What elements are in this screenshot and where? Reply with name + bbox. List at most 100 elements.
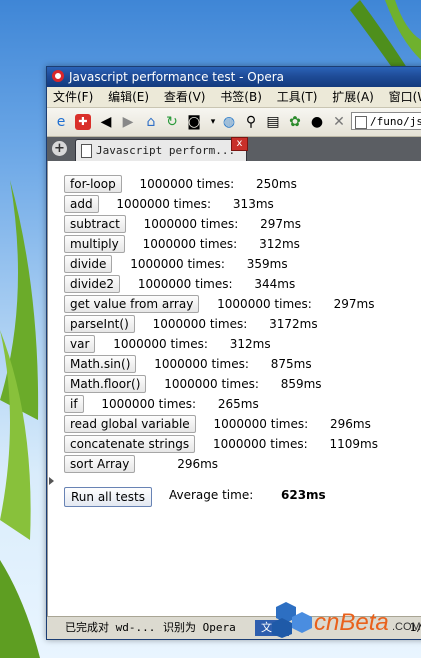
test-times: 1000000 times:	[154, 357, 249, 371]
chevron-down-icon[interactable]: ▾	[205, 114, 221, 130]
test-result: 859ms	[280, 377, 322, 391]
globe-icon[interactable]: ◍	[221, 114, 237, 130]
home-icon[interactable]: ⌂	[143, 114, 159, 130]
test-row: divide2 1000000 times: 344ms	[64, 275, 295, 293]
test-row: if 1000000 times: 265ms	[64, 395, 259, 413]
test-button-multiply[interactable]: multiply	[64, 235, 125, 253]
test-button-for-loop[interactable]: for-loop	[64, 175, 122, 193]
test-times: 1000000 times:	[142, 237, 238, 251]
search-icon[interactable]: ⚲	[243, 114, 259, 130]
test-button-concatenate-strings[interactable]: concatenate strings	[64, 435, 196, 453]
address-text: /funo/js	[370, 115, 421, 128]
cnbeta-watermark-logo: cnBeta .COM	[272, 602, 420, 638]
average-time-label: Average time:	[169, 488, 254, 502]
test-button-math-sin[interactable]: Math.sin()	[64, 355, 137, 373]
forward-icon[interactable]: ▶	[120, 114, 136, 130]
test-button-divide[interactable]: divide	[64, 255, 113, 273]
test-button-sort-array[interactable]: sort Array	[64, 455, 136, 473]
tab-javascript-performance[interactable]: Javascript perform...	[75, 139, 247, 161]
new-tab-button[interactable]: +	[52, 141, 67, 156]
test-button-divide2[interactable]: divide2	[64, 275, 121, 293]
test-row: get value from array 1000000 times: 297m…	[64, 295, 375, 313]
window-title: Javascript performance test - Opera	[69, 70, 285, 84]
test-result: 296ms	[330, 417, 371, 431]
test-result: 250ms	[256, 177, 297, 191]
reload-icon[interactable]: ↻	[164, 114, 180, 130]
test-row: Math.sin() 1000000 times: 875ms	[64, 355, 312, 373]
test-times: 1000000 times:	[113, 337, 208, 351]
menu-file[interactable]: 文件(F)	[53, 90, 93, 104]
menu-view[interactable]: 查看(V)	[164, 90, 206, 104]
close-tab-icon[interactable]: x	[231, 137, 248, 151]
test-result: 359ms	[246, 257, 288, 271]
test-row: concatenate strings 1000000 times: 1109m…	[64, 435, 378, 453]
ie-icon[interactable]: e	[53, 114, 69, 130]
test-times: 1000000 times:	[130, 257, 225, 271]
page-icon	[355, 116, 367, 129]
test-button-subtract[interactable]: subtract	[64, 215, 126, 233]
test-result: 1109ms	[329, 437, 378, 451]
test-row: Math.floor() 1000000 times: 859ms	[64, 375, 322, 393]
menu-window[interactable]: 窗口(W)	[389, 90, 421, 104]
test-button-var[interactable]: var	[64, 335, 96, 353]
status-text: 已完成对 wd-...	[65, 621, 156, 634]
test-times: 1000000 times:	[152, 317, 248, 331]
test-result: 312ms	[229, 337, 271, 351]
extension-icon[interactable]: ✿	[287, 114, 303, 130]
test-button-read-global-variable[interactable]: read global variable	[64, 415, 196, 433]
average-time-value: 623ms	[281, 488, 326, 502]
test-result: 312ms	[259, 237, 300, 251]
test-button-get-value-from-array[interactable]: get value from array	[64, 295, 200, 313]
ninja-icon[interactable]: ●	[309, 114, 325, 130]
test-row: sort Array 296ms	[64, 455, 218, 473]
test-button-math-floor[interactable]: Math.floor()	[64, 375, 147, 393]
test-row: read global variable 1000000 times: 296m…	[64, 415, 371, 433]
menu-bar: 文件(F) 编辑(E) 查看(V) 书签(B) 工具(T) 扩展(A) 窗口(W…	[47, 87, 421, 108]
tools-icon[interactable]: ✕	[331, 114, 347, 130]
test-row: subtract 1000000 times: 297ms	[64, 215, 301, 233]
test-row: divide 1000000 times: 359ms	[64, 255, 288, 273]
test-times: 1000000 times:	[139, 177, 235, 191]
adblock-shield-icon[interactable]: ✚	[75, 114, 91, 130]
menu-edit[interactable]: 编辑(E)	[108, 90, 149, 104]
test-result: 297ms	[260, 217, 301, 231]
test-row: add 1000000 times: 313ms	[64, 195, 274, 213]
menu-bookmarks[interactable]: 书签(B)	[220, 90, 262, 104]
test-button-add[interactable]: add	[64, 195, 99, 213]
back-icon[interactable]: ◀	[98, 114, 114, 130]
test-button-if[interactable]: if	[64, 395, 84, 413]
page-content: for-loop 1000000 times: 250ms add 100000…	[47, 161, 421, 617]
test-times: 1000000 times:	[116, 197, 212, 211]
opera-logo-icon	[52, 70, 64, 82]
menu-extensions[interactable]: 扩展(A)	[332, 90, 374, 104]
test-result: 313ms	[232, 197, 274, 211]
test-result: 296ms	[177, 457, 219, 471]
test-row: for-loop 1000000 times: 250ms	[64, 175, 297, 193]
title-bar: Javascript performance test - Opera	[47, 67, 421, 87]
menu-tools[interactable]: 工具(T)	[277, 90, 318, 104]
watermark-text: cnBeta	[314, 609, 389, 636]
run-all-tests-button[interactable]: Run all tests	[64, 487, 152, 507]
test-times: 1000000 times:	[101, 397, 197, 411]
address-field[interactable]: /funo/js	[351, 112, 421, 130]
test-result: 3172ms	[269, 317, 318, 331]
camera-icon[interactable]: ◙	[186, 114, 202, 130]
test-row: parseInt() 1000000 times: 3172ms	[64, 315, 318, 333]
test-times: 1000000 times:	[164, 377, 259, 391]
test-result: 344ms	[254, 277, 296, 291]
test-row: var 1000000 times: 312ms	[64, 335, 271, 353]
test-times: 1000000 times:	[143, 217, 239, 231]
test-times: 1000000 times:	[212, 437, 308, 451]
status-browser-id: 识别为 Opera	[163, 621, 236, 634]
test-result: 875ms	[270, 357, 312, 371]
print-icon[interactable]: ▤	[265, 114, 281, 130]
test-times: 1000000 times:	[217, 297, 312, 311]
test-times: 1000000 times:	[213, 417, 309, 431]
test-result: 297ms	[333, 297, 375, 311]
test-button-parseint[interactable]: parseInt()	[64, 315, 135, 333]
tab-bar: + Javascript perform... x	[47, 137, 421, 162]
test-times: 1000000 times:	[137, 277, 233, 291]
test-result: 265ms	[217, 397, 259, 411]
navigation-toolbar: e ✚ ◀ ▶ ⌂ ↻ ◙ ▾ ◍ ⚲ ▤ ✿ ● ✕ /funo/js	[47, 108, 421, 137]
panel-toggle-arrow-icon[interactable]	[49, 477, 54, 485]
